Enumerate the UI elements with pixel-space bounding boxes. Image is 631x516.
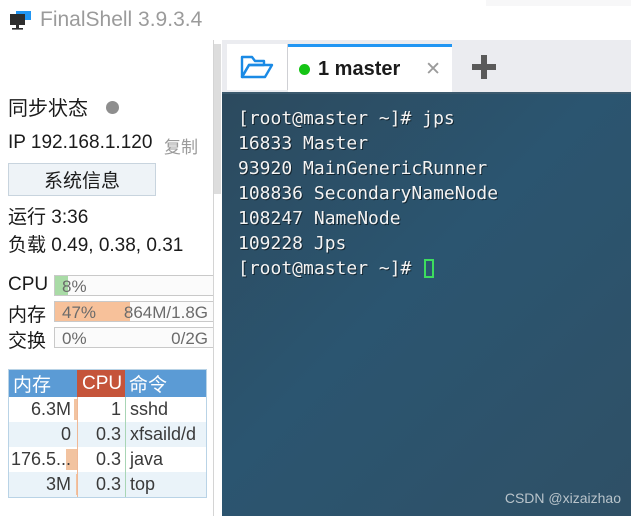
terminal-text: [root@master ~]# jps 16833 Master 93920 Ma… bbox=[238, 106, 498, 281]
swap-meter-row: 交换 0% 0/2G bbox=[8, 326, 215, 352]
process-table-header: 内存 CPU 命令 bbox=[9, 370, 206, 397]
swap-meter-bar: 0% 0/2G bbox=[54, 327, 215, 348]
ip-address-label: IP 192.168.1.120 bbox=[8, 132, 153, 153]
table-row[interactable]: 3M 0.3 top bbox=[9, 472, 206, 497]
cell-memory: 0 bbox=[9, 422, 77, 447]
terminal-line: [root@master ~]# jps bbox=[238, 108, 455, 129]
terminal-prompt-line: [root@master ~]# bbox=[238, 256, 498, 281]
cell-memory-text: 0 bbox=[60, 424, 71, 444]
terminal-line: 108247 NameNode bbox=[238, 208, 401, 229]
connected-dot-icon bbox=[299, 64, 310, 75]
cell-memory: 176.5... bbox=[9, 447, 77, 472]
tab-1-master[interactable]: 1 master ✕ bbox=[288, 44, 452, 92]
cpu-meter-bar: 8% bbox=[54, 275, 215, 296]
table-row[interactable]: 0 0.3 xfsaild/d bbox=[9, 422, 206, 447]
process-table[interactable]: 内存 CPU 命令 6.3M 1 sshd 0 0.3 xfsaild/d 176.5...… bbox=[8, 369, 207, 498]
terminal-output[interactable]: [root@master ~]# jps 16833 Master 93920 Ma… bbox=[222, 92, 631, 516]
terminal-prompt: [root@master ~]# bbox=[238, 258, 423, 279]
new-tab-button[interactable] bbox=[453, 44, 515, 90]
tab-label: 1 master bbox=[318, 58, 401, 80]
cpu-meter-percent: 8% bbox=[62, 277, 87, 296]
memory-meter-value: 864M/1.8G bbox=[123, 303, 208, 322]
memory-meter-row: 内存 47% 864M/1.8G bbox=[8, 300, 215, 326]
table-row[interactable]: 176.5... 0.3 java bbox=[9, 447, 206, 472]
system-info-button[interactable]: 系统信息 bbox=[8, 163, 156, 196]
cell-command: sshd bbox=[125, 397, 206, 422]
sidebar-scrollbar-thumb[interactable] bbox=[214, 44, 221, 194]
terminal-line: 16833 Master bbox=[238, 133, 369, 154]
terminal-panel: 1 master ✕ [root@master ~]# jps 16833 Mas… bbox=[222, 40, 631, 516]
cell-cpu: 0.3 bbox=[77, 422, 125, 447]
process-table-body: 6.3M 1 sshd 0 0.3 xfsaild/d 176.5... 0.3 java 3M 0… bbox=[9, 397, 206, 497]
swap-meter-label: 交换 bbox=[8, 331, 47, 352]
status-dot-icon bbox=[106, 101, 119, 114]
system-info-sidebar: 同步状态 IP 192.168.1.120 复制 系统信息 运行 3:36 负载… bbox=[0, 40, 215, 516]
app-title: FinalShell 3.9.3.4 bbox=[40, 8, 203, 31]
column-header-command[interactable]: 命令 bbox=[125, 370, 206, 397]
tab-bar: 1 master ✕ bbox=[222, 40, 631, 92]
column-header-cpu[interactable]: CPU bbox=[77, 370, 125, 397]
swap-meter-value: 0/2G bbox=[171, 329, 208, 348]
cpu-meter-row: CPU 8% bbox=[8, 274, 215, 297]
sync-status-label: 同步状态 bbox=[8, 98, 88, 120]
memory-meter-percent: 47% bbox=[62, 303, 97, 322]
monitor-icon bbox=[10, 11, 32, 30]
cell-memory-text: 6.3M bbox=[30, 399, 71, 419]
copy-ip-button[interactable]: 复制 bbox=[164, 133, 198, 158]
terminal-cursor bbox=[424, 259, 435, 278]
cell-memory-text: 3M bbox=[45, 474, 71, 494]
table-row[interactable]: 6.3M 1 sshd bbox=[9, 397, 206, 422]
finalshell-window: FinalShell 3.9.3.4 同步状态 IP 192.168.1.120… bbox=[0, 0, 631, 516]
cell-command: xfsaild/d bbox=[125, 422, 206, 447]
cell-memory: 3M bbox=[9, 472, 77, 497]
close-icon[interactable]: ✕ bbox=[425, 60, 441, 79]
cell-memory-text: 176.5... bbox=[10, 449, 71, 469]
cell-command: java bbox=[125, 447, 206, 472]
plus-icon bbox=[472, 55, 496, 79]
titlebar-right-strip bbox=[486, 0, 631, 6]
cpu-meter-label: CPU bbox=[8, 274, 49, 295]
memory-meter-bar: 47% 864M/1.8G bbox=[54, 301, 215, 322]
column-header-memory[interactable]: 内存 bbox=[9, 370, 77, 397]
folder-open-icon[interactable] bbox=[227, 44, 288, 90]
memory-meter-label: 内存 bbox=[8, 305, 47, 326]
load-average-label: 负载 0.49, 0.38, 0.31 bbox=[8, 235, 184, 256]
watermark: CSDN @xizaizhao bbox=[504, 490, 621, 506]
cell-memory: 6.3M bbox=[9, 397, 77, 422]
uptime-label: 运行 3:36 bbox=[8, 207, 89, 228]
cell-cpu: 0.3 bbox=[77, 472, 125, 497]
swap-meter-percent: 0% bbox=[62, 329, 87, 348]
cell-cpu: 1 bbox=[77, 397, 125, 422]
terminal-line: 108836 SecondaryNameNode bbox=[238, 183, 499, 204]
cell-command: top bbox=[125, 472, 206, 497]
cell-cpu: 0.3 bbox=[77, 447, 125, 472]
terminal-line: 109228 Jps bbox=[238, 233, 347, 254]
terminal-line: 93920 MainGenericRunner bbox=[238, 158, 488, 179]
title-bar: FinalShell 3.9.3.4 bbox=[0, 0, 631, 40]
